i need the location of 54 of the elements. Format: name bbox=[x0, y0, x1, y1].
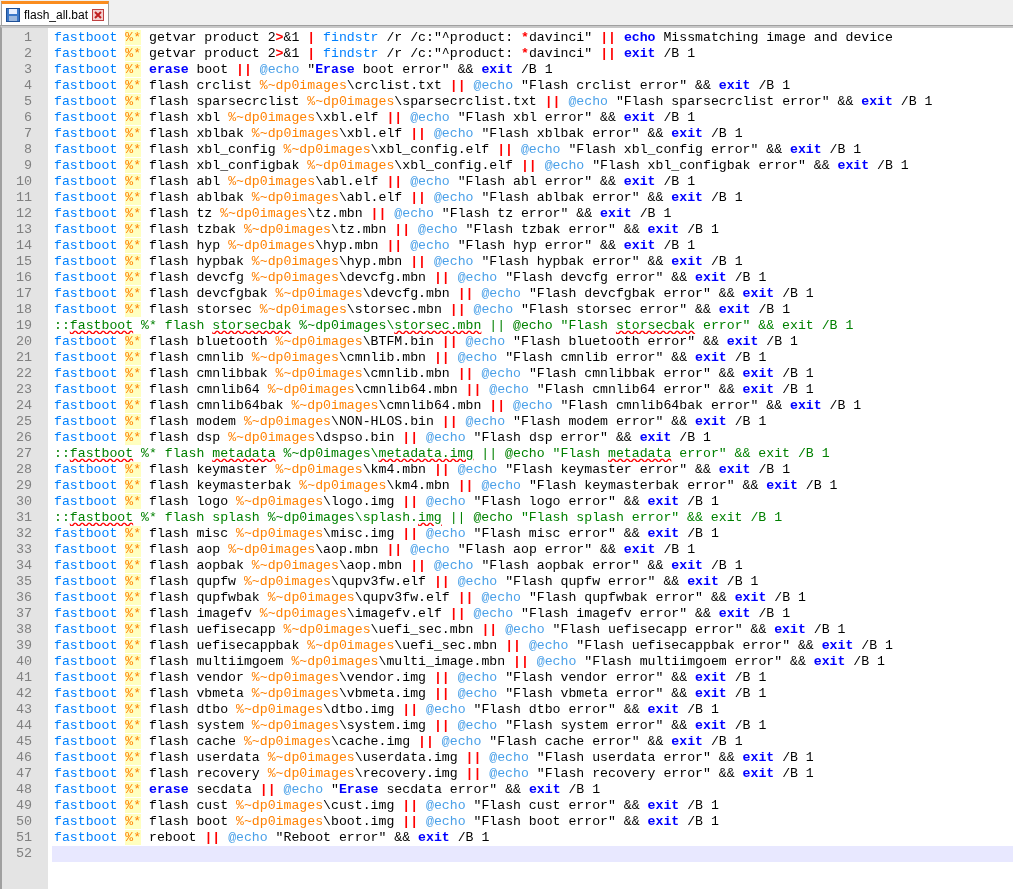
line-number: 16 bbox=[15, 270, 32, 286]
line-number: 45 bbox=[15, 734, 32, 750]
line-number: 51 bbox=[15, 830, 32, 846]
line-number: 17 bbox=[15, 286, 32, 302]
line-number: 36 bbox=[15, 590, 32, 606]
line-number: 33 bbox=[15, 542, 32, 558]
line-number: 32 bbox=[15, 526, 32, 542]
line-number: 26 bbox=[15, 430, 32, 446]
line-number: 42 bbox=[15, 686, 32, 702]
line-number: 39 bbox=[15, 638, 32, 654]
line-number: 25 bbox=[15, 414, 32, 430]
line-number: 19 bbox=[15, 318, 32, 334]
line-number: 7 bbox=[23, 126, 32, 142]
line-number: 1 bbox=[23, 30, 32, 46]
line-number: 37 bbox=[15, 606, 32, 622]
line-number: 2 bbox=[23, 46, 32, 62]
line-number: 18 bbox=[15, 302, 32, 318]
line-number: 8 bbox=[23, 142, 32, 158]
line-number: 21 bbox=[15, 350, 32, 366]
line-number: 15 bbox=[15, 254, 32, 270]
line-number: 31 bbox=[15, 510, 32, 526]
line-number: 43 bbox=[15, 702, 32, 718]
line-number: 38 bbox=[15, 622, 32, 638]
line-number: 44 bbox=[15, 718, 32, 734]
line-number: 27 bbox=[15, 446, 32, 462]
line-number: 6 bbox=[23, 110, 32, 126]
line-number: 23 bbox=[15, 382, 32, 398]
line-number: 28 bbox=[15, 462, 32, 478]
line-number: 30 bbox=[15, 494, 32, 510]
file-tab[interactable]: flash_all.bat bbox=[1, 1, 110, 25]
line-number: 12 bbox=[15, 206, 32, 222]
close-icon[interactable] bbox=[92, 8, 105, 21]
line-number: 48 bbox=[15, 782, 32, 798]
line-number: 29 bbox=[15, 478, 32, 494]
line-number: 4 bbox=[23, 78, 32, 94]
line-number: 13 bbox=[15, 222, 32, 238]
line-number: 3 bbox=[23, 62, 32, 78]
line-number: 24 bbox=[15, 398, 32, 414]
line-number: 50 bbox=[15, 814, 32, 830]
line-number: 41 bbox=[15, 670, 32, 686]
line-number: 35 bbox=[15, 574, 32, 590]
line-number: 34 bbox=[15, 558, 32, 574]
line-number: 20 bbox=[15, 334, 32, 350]
line-number: 49 bbox=[15, 798, 32, 814]
line-number: 22 bbox=[15, 366, 32, 382]
line-number: 11 bbox=[15, 190, 32, 206]
line-number: 5 bbox=[23, 94, 32, 110]
line-number: 40 bbox=[15, 654, 32, 670]
line-number: 46 bbox=[15, 750, 32, 766]
line-number: 9 bbox=[23, 158, 32, 174]
line-number: 10 bbox=[15, 174, 32, 190]
line-number: 14 bbox=[15, 238, 32, 254]
line-number: 47 bbox=[15, 766, 32, 782]
line-number: 52 bbox=[15, 846, 32, 862]
